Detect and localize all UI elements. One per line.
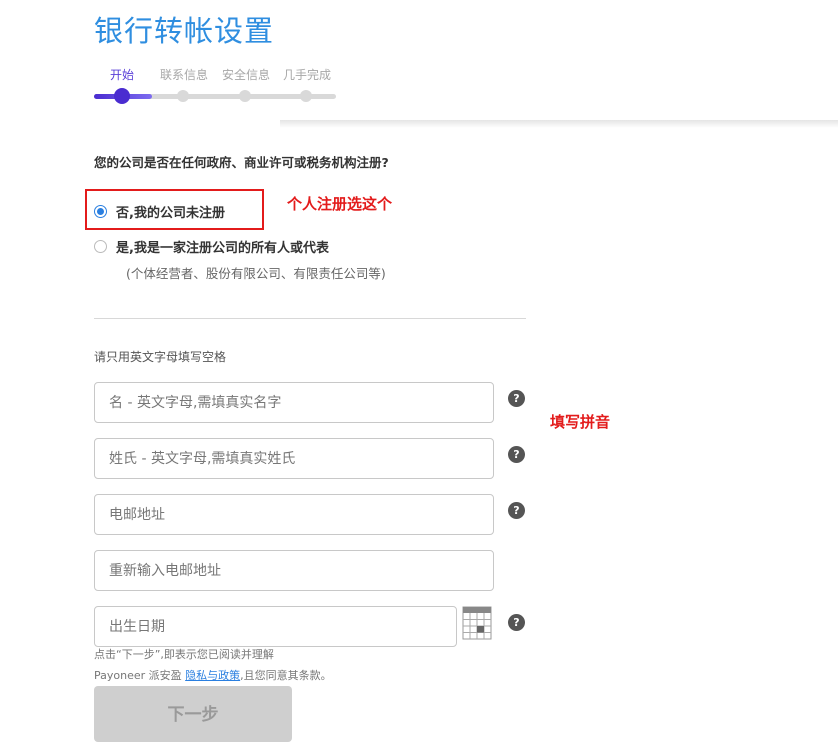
radio-option-registered[interactable]: 是,我是一家注册公司的所有人或代表 — [94, 237, 329, 256]
last-name-field[interactable] — [94, 438, 494, 479]
terms-prefix: Payoneer 派安盈 — [94, 669, 186, 682]
radio-button[interactable] — [94, 240, 107, 253]
step-dot — [239, 90, 251, 102]
header-shadow — [280, 120, 838, 128]
step-dot-active — [114, 88, 130, 104]
radio-button-checked[interactable] — [94, 205, 107, 218]
terms-line-2: Payoneer 派安盈 隐私与政策,且您同意其条款。 — [94, 667, 332, 683]
terms-line-1: 点击“下一步”,即表示您已阅读并理解 — [94, 648, 274, 661]
help-icon[interactable]: ? — [508, 502, 525, 519]
step-dot — [300, 90, 312, 102]
radio-option-not-registered[interactable]: 否,我的公司未注册 — [94, 202, 225, 221]
divider — [94, 318, 526, 319]
step-start: 开始 — [110, 68, 135, 82]
first-name-input[interactable] — [95, 383, 493, 422]
email-input[interactable] — [95, 495, 493, 534]
privacy-policy-link[interactable]: 隐私与政策 — [185, 669, 240, 682]
help-icon[interactable]: ? — [508, 446, 525, 463]
step-contact-info: 联系信息 — [160, 68, 209, 82]
progress-stepper: 开始 联系信息 安全信息 几手完成 — [94, 66, 344, 106]
last-name-input[interactable] — [95, 439, 493, 478]
help-icon[interactable]: ? — [508, 614, 525, 631]
radio-option-label: 否,我的公司未注册 — [116, 206, 225, 221]
confirm-email-field[interactable] — [94, 550, 494, 591]
registration-question: 您的公司是否在任何政府、商业许可或税务机构注册? — [94, 155, 389, 170]
step-almost-done: 几手完成 — [283, 68, 332, 82]
email-field[interactable] — [94, 494, 494, 535]
next-button[interactable]: 下一步 — [94, 686, 292, 742]
help-icon[interactable]: ? — [508, 390, 525, 407]
calendar-icon[interactable] — [462, 606, 492, 640]
annotation-personal: 个人注册选这个 — [287, 195, 393, 213]
step-dot — [177, 90, 189, 102]
annotation-pinyin: 填写拼音 — [550, 413, 611, 431]
birth-date-field[interactable] — [94, 606, 457, 647]
page-title: 银行转帐设置 — [94, 14, 275, 48]
step-security-info: 安全信息 — [222, 68, 271, 82]
terms-suffix: ,且您同意其条款。 — [240, 669, 332, 682]
confirm-email-input[interactable] — [95, 551, 493, 590]
option-note: (个体经营者、股份有限公司、有限责任公司等) — [126, 266, 386, 281]
birth-date-input[interactable] — [95, 607, 456, 646]
input-hint: 请只用英文字母填写空格 — [94, 350, 227, 364]
first-name-field[interactable] — [94, 382, 494, 423]
radio-option-label: 是,我是一家注册公司的所有人或代表 — [116, 241, 329, 256]
